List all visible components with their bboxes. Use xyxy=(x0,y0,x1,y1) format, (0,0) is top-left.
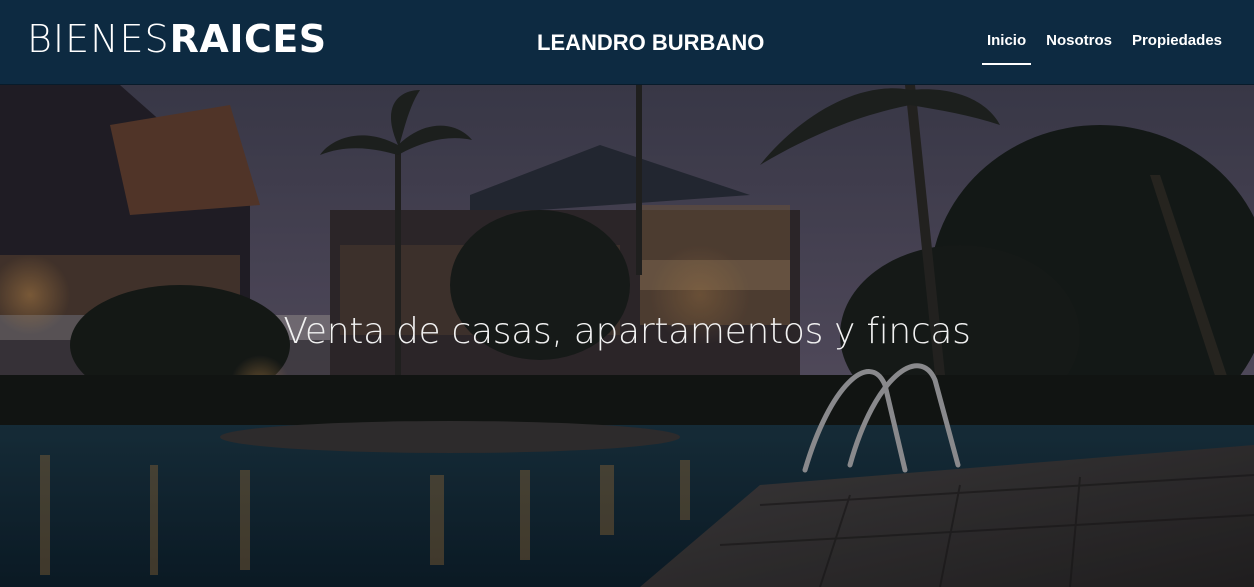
site-owner-name: LEANDRO BURBANO xyxy=(537,30,765,55)
logo-light-text: BIENES xyxy=(27,17,170,61)
main-navigation: Inicio Nosotros Propiedades xyxy=(977,32,1232,65)
hero-heading: Venta de casas, apartamentos y fincas xyxy=(283,311,971,352)
site-logo[interactable]: BIENESRAICES xyxy=(27,14,327,63)
logo-bold-text: RAICES xyxy=(169,17,327,61)
nav-link-propiedades[interactable]: Propiedades xyxy=(1122,32,1232,65)
nav-link-inicio[interactable]: Inicio xyxy=(977,32,1036,65)
site-header: BIENESRAICES LEANDRO BURBANO Inicio Noso… xyxy=(0,0,1254,85)
hero-banner: Venta de casas, apartamentos y fincas xyxy=(0,85,1254,587)
nav-link-nosotros[interactable]: Nosotros xyxy=(1036,32,1122,65)
